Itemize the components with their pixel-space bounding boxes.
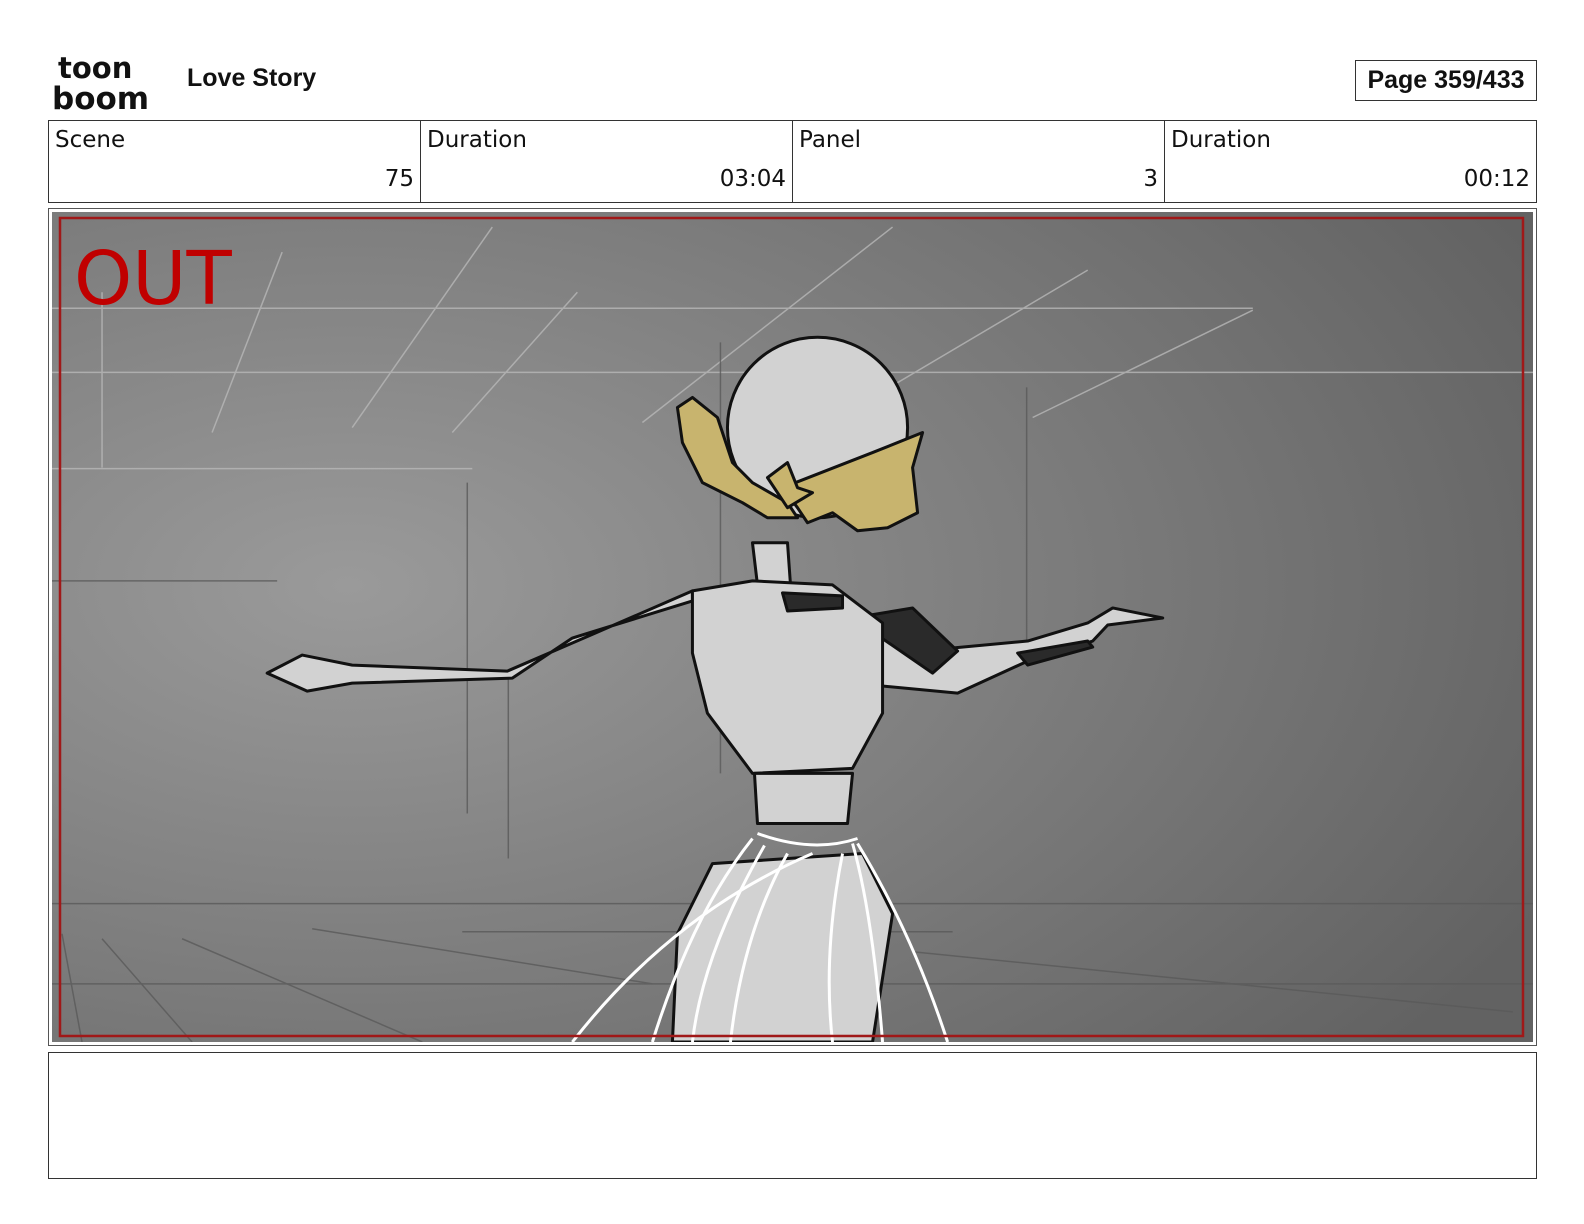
storyboard-panel: OUT <box>48 208 1537 1046</box>
out-label: OUT <box>74 236 232 322</box>
scene-value: 75 <box>384 166 414 192</box>
scene-info-row: Scene 75 Duration 03:04 Panel 3 Duration… <box>48 120 1537 203</box>
panel-duration-label: Duration <box>1171 127 1271 153</box>
panel-value: 3 <box>1143 166 1158 192</box>
logo-line-bottom: boom <box>52 81 149 112</box>
toonboom-logo: toon boom <box>52 52 149 112</box>
scene-cell: Scene 75 <box>49 121 421 202</box>
scene-label: Scene <box>55 127 126 153</box>
panel-cell: Panel 3 <box>793 121 1165 202</box>
panel-notes[interactable] <box>48 1052 1537 1179</box>
panel-duration-value: 00:12 <box>1463 166 1530 192</box>
project-title: Love Story <box>187 64 317 92</box>
scene-duration-label: Duration <box>427 127 527 153</box>
scene-duration-value: 03:04 <box>719 166 786 192</box>
page-indicator: Page 359/433 <box>1355 60 1537 101</box>
scene-duration-cell: Duration 03:04 <box>421 121 793 202</box>
panel-drawing: OUT <box>52 212 1533 1042</box>
panel-duration-cell: Duration 00:12 <box>1165 121 1536 202</box>
panel-label: Panel <box>799 127 862 153</box>
